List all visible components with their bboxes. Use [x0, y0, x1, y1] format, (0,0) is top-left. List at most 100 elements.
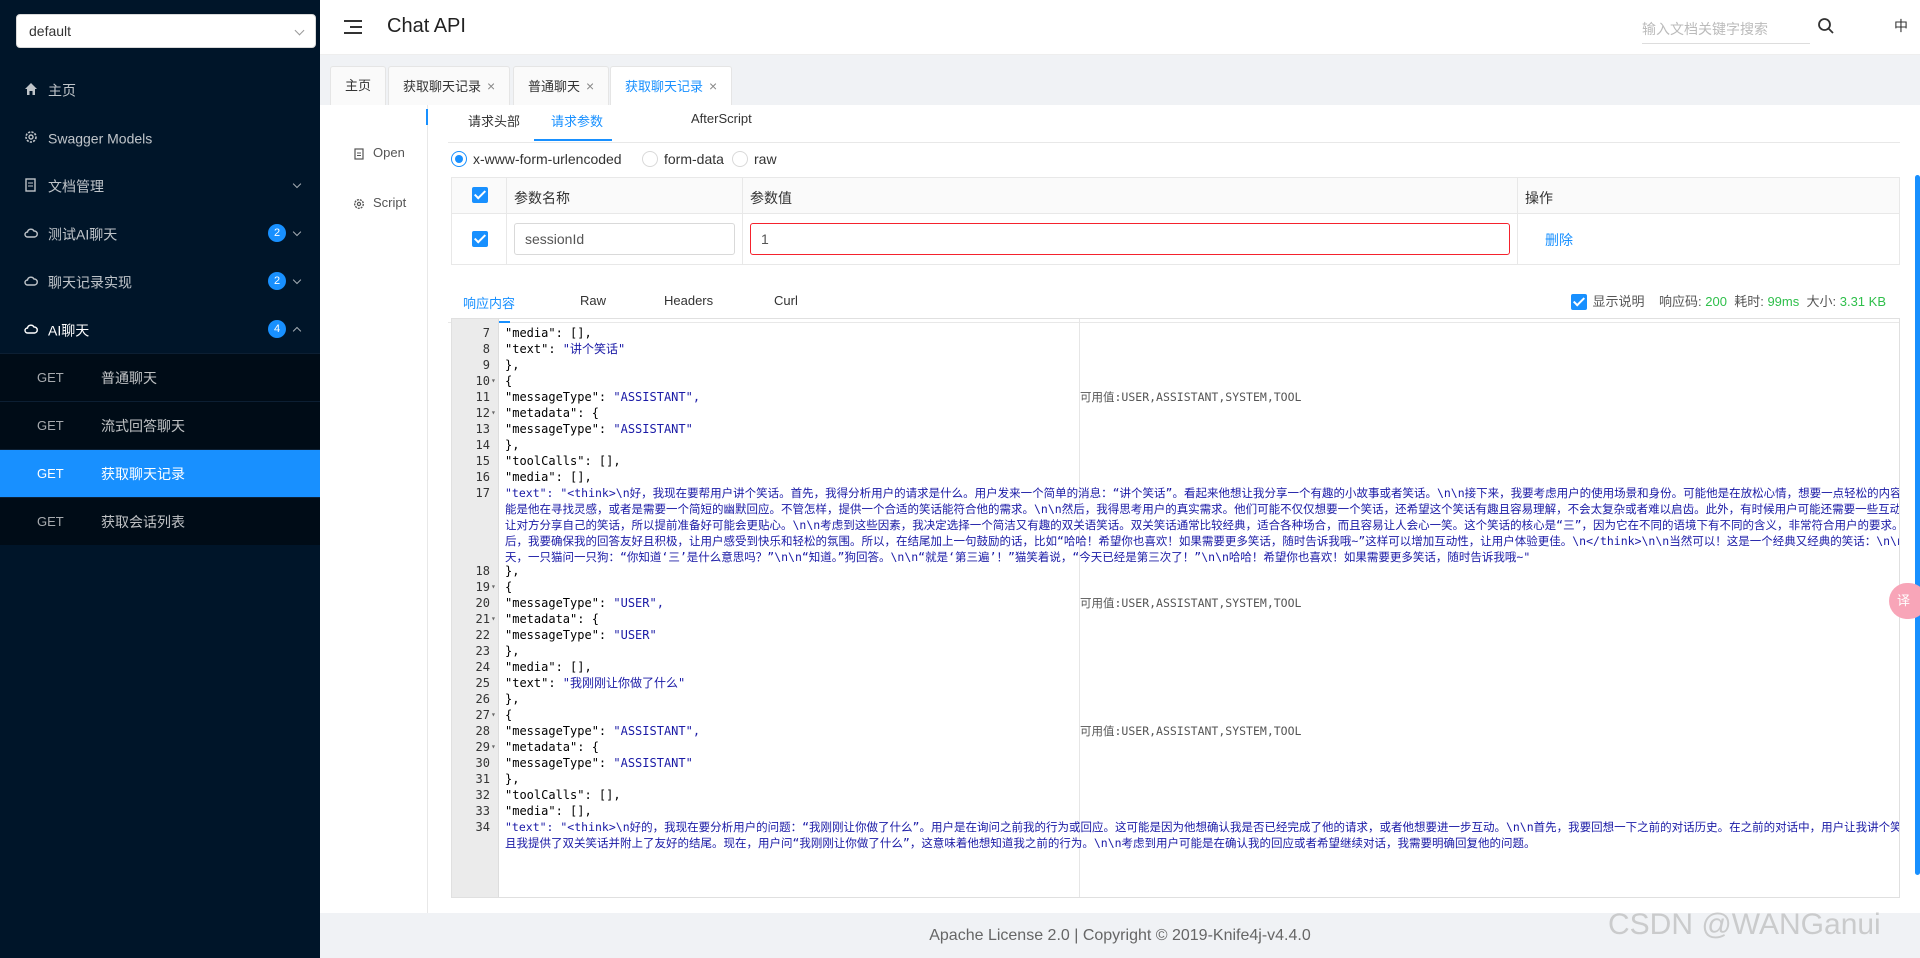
- line-number: 24: [475, 660, 490, 674]
- row-checkbox[interactable]: [472, 231, 488, 247]
- line-number: 16: [475, 470, 490, 484]
- gear-icon: [25, 131, 37, 144]
- tab-label: 获取聊天记录: [625, 79, 704, 94]
- code-text: {: [505, 580, 513, 594]
- header-param-name: 参数名称: [514, 190, 570, 206]
- size-label: 大小:: [1806, 294, 1837, 309]
- close-icon[interactable]: ×: [487, 78, 495, 94]
- sidebar-item-chat-history-impl[interactable]: 聊天记录实现 2: [0, 257, 320, 305]
- line-number: 18: [475, 564, 490, 578]
- search-icon[interactable]: [1817, 17, 1835, 35]
- cloud-icon: [24, 324, 38, 334]
- code-line: 16 "media": [],: [452, 469, 1892, 485]
- sidebar-item-ai-chat[interactable]: AI聊天 4: [0, 305, 320, 353]
- sidebar-item-test-ai-chat[interactable]: 测试AI聊天 2: [0, 209, 320, 257]
- code-line: 18 },: [452, 563, 1892, 579]
- show-desc-checkbox[interactable]: [1570, 293, 1587, 310]
- page-title: Chat API: [387, 15, 466, 37]
- tab-get-chat-history[interactable]: 获取聊天记录 ×: [388, 66, 511, 106]
- line-number: 23: [475, 644, 490, 658]
- group-select-value: default: [29, 23, 72, 39]
- request-tabs: 请求头部 请求参数 AfterScript: [448, 105, 1900, 143]
- code-line: 14 },: [452, 437, 1892, 453]
- line-number: 20: [475, 596, 490, 610]
- chevron-down-icon: [292, 227, 302, 237]
- radio-form-data[interactable]: form-data: [642, 151, 724, 168]
- submenu-item-normal-chat[interactable]: GET 普通聊天: [0, 353, 320, 401]
- submenu-label: 获取聊天记录: [101, 466, 185, 482]
- line-number: 11: [475, 390, 490, 404]
- left-rail: Open Script: [320, 105, 428, 913]
- doc-search-input[interactable]: [1642, 14, 1810, 44]
- header-param-value: 参数值: [750, 190, 792, 206]
- line-number: 10: [475, 374, 490, 388]
- translate-float-button[interactable]: 译: [1889, 583, 1920, 619]
- delete-param-link[interactable]: 删除: [1545, 230, 1573, 250]
- code-line: 13 "messageType": "ASSISTANT": [452, 421, 1892, 437]
- tab-curl[interactable]: Curl: [774, 293, 798, 308]
- line-number: 26: [475, 692, 490, 706]
- menu-toggle-icon[interactable]: [344, 20, 362, 34]
- tab-after-script[interactable]: AfterScript: [691, 111, 752, 126]
- code-text: "text": "讲个笑话": [505, 342, 626, 356]
- response-code-viewer[interactable]: 7 "media": [], 8 "text": "讲个笑话" 9 }, 10 ▾ {1…: [451, 318, 1900, 898]
- submenu-item-stream-chat[interactable]: GET 流式回答聊天: [0, 401, 320, 449]
- line-number: 22: [475, 628, 490, 642]
- line-number: 33: [475, 804, 490, 818]
- sidebar-item-doc-management[interactable]: 文档管理: [0, 161, 320, 209]
- line-number: 28: [475, 724, 490, 738]
- code-line: 23 },: [452, 643, 1892, 659]
- tab-normal-chat[interactable]: 普通聊天 ×: [513, 66, 610, 106]
- fold-toggle-icon[interactable]: ▾: [491, 405, 496, 421]
- code-line: 29 ▾ "metadata": {: [452, 739, 1892, 755]
- line-number: 30: [475, 756, 490, 770]
- tab-raw[interactable]: Raw: [580, 293, 606, 308]
- tab-response-content[interactable]: 响应内容: [463, 293, 515, 312]
- close-icon[interactable]: ×: [586, 78, 594, 94]
- tab-headers[interactable]: Headers: [664, 293, 713, 308]
- fold-toggle-icon[interactable]: ▾: [491, 611, 496, 627]
- tab-request-params[interactable]: 请求参数: [551, 111, 603, 130]
- scrollbar-thumb[interactable]: [1915, 175, 1920, 875]
- response-time: 99ms: [1767, 294, 1800, 309]
- line-number: 19: [475, 580, 490, 594]
- radio-urlencoded[interactable]: x-www-form-urlencoded: [451, 151, 622, 168]
- http-method: GET: [37, 418, 64, 433]
- tab-label: 获取聊天记录: [403, 79, 482, 94]
- code-text: "media": [],: [505, 470, 592, 484]
- line-number: 25: [475, 676, 490, 690]
- sidebar-item-label: AI聊天: [48, 322, 90, 339]
- show-desc-label: 显示说明: [1592, 294, 1645, 309]
- document-icon: [25, 178, 36, 192]
- fold-toggle-icon[interactable]: ▾: [491, 373, 496, 389]
- tab-request-headers[interactable]: 请求头部: [468, 111, 520, 130]
- select-all-checkbox[interactable]: [472, 187, 488, 203]
- submenu-item-get-chat-history[interactable]: GET 获取聊天记录: [0, 449, 320, 497]
- page-tabs: 主页 获取聊天记录 × 普通聊天 × 获取聊天记录 ×: [320, 55, 1920, 106]
- fold-toggle-icon[interactable]: ▾: [491, 739, 496, 755]
- param-name-input[interactable]: [514, 223, 735, 255]
- language-switch[interactable]: 中: [1894, 16, 1908, 36]
- group-select[interactable]: default: [16, 14, 316, 48]
- sidebar-item-swagger-models[interactable]: Swagger Models: [0, 113, 320, 161]
- fold-toggle-icon[interactable]: ▾: [491, 579, 496, 595]
- rail-open[interactable]: Open: [353, 145, 405, 160]
- line-number: 8: [482, 342, 490, 356]
- tab-label: 普通聊天: [528, 79, 581, 94]
- radio-raw[interactable]: raw: [732, 151, 777, 168]
- param-value-input[interactable]: [750, 223, 1510, 255]
- active-indicator: [426, 109, 428, 125]
- code-label: 响应码:: [1659, 294, 1702, 309]
- fold-toggle-icon[interactable]: ▾: [491, 707, 496, 723]
- line-number: 17: [475, 486, 490, 500]
- sidebar-item-home[interactable]: 主页: [0, 65, 320, 113]
- home-icon: [25, 83, 37, 96]
- rail-script[interactable]: Script: [353, 195, 406, 210]
- scrollbar[interactable]: [1914, 105, 1920, 913]
- code-line: 24 "media": [],: [452, 659, 1892, 675]
- code-text: {: [505, 374, 513, 388]
- tab-home[interactable]: 主页: [330, 66, 387, 106]
- submenu-item-get-session-list[interactable]: GET 获取会话列表: [0, 497, 320, 545]
- tab-get-chat-history-active[interactable]: 获取聊天记录 ×: [610, 66, 733, 106]
- close-icon[interactable]: ×: [709, 78, 717, 94]
